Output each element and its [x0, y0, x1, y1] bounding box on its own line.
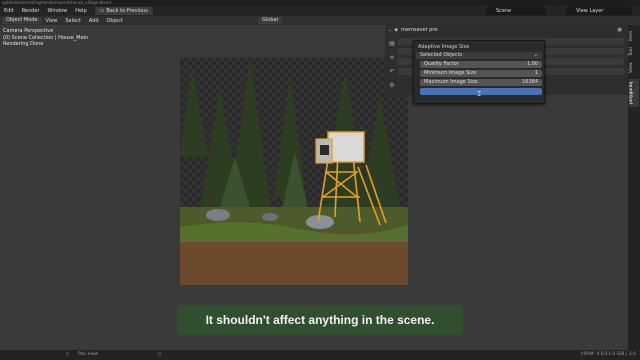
- status-bar: ▯ Pan View ▯ VRAM: 4.6/11.0 GiB | 3.6: [0, 350, 640, 360]
- maximum-image-size-field[interactable]: Maximum Image Size 16384: [420, 79, 542, 86]
- tab-tool[interactable]: Tool: [629, 45, 639, 59]
- screen-icon: ▭: [99, 8, 105, 14]
- quality-factor-field[interactable]: Quality Factor 1.00: [420, 61, 542, 68]
- status-hint: Pan View: [78, 352, 99, 357]
- panel-menu-icon[interactable]: ▣: [617, 27, 622, 33]
- vram-usage: VRAM: 4.6/11.0 GiB | 3.6: [580, 352, 636, 357]
- back-to-previous-label: Back to Previous: [106, 8, 148, 14]
- menu-help[interactable]: Help: [71, 8, 90, 14]
- menu-view[interactable]: View: [42, 18, 62, 24]
- tab-view[interactable]: View: [629, 61, 639, 75]
- settings-icon[interactable]: ⚙: [387, 82, 397, 96]
- addon-name: memsaver pro: [401, 27, 438, 33]
- undo-icon[interactable]: ↶: [387, 68, 397, 82]
- mouse-icon: ▯: [66, 352, 69, 357]
- back-to-previous-button[interactable]: ▭ Back to Previous: [94, 7, 153, 15]
- collection-icon[interactable]: ▤: [387, 40, 397, 54]
- scene-illustration: [180, 57, 408, 285]
- view-layer-selector[interactable]: View Layer: [566, 7, 632, 15]
- chevron-down-icon[interactable]: ⌄: [388, 27, 392, 33]
- video-subtitle: It shouldn't affect anything in the scen…: [177, 305, 463, 335]
- transform-orientation-dropdown[interactable]: Global: [258, 17, 282, 24]
- minimum-image-size-field[interactable]: Minimum Image Size 1: [420, 70, 542, 77]
- render-status-text: Rendering Done: [3, 41, 44, 47]
- plus-minus-icon[interactable]: ±: [387, 54, 397, 68]
- rendered-scene: [180, 57, 408, 285]
- menu-select[interactable]: Select: [61, 18, 84, 24]
- sidebar-tabs: Item Tool View polygoniq: [628, 25, 640, 350]
- minimum-image-size-label: Minimum Image Size: [424, 70, 477, 76]
- addon-header[interactable]: ⌄ ◆ memsaver pro ▣: [385, 25, 628, 35]
- menu-render[interactable]: Render: [18, 8, 44, 14]
- minimum-image-size-value: 1: [534, 70, 538, 76]
- panel-side-icons: ▤ ± ↶ ⚙: [387, 40, 397, 96]
- popup-title: Adaptive Image Size: [418, 44, 470, 50]
- scene-selector[interactable]: Scene: [486, 7, 546, 15]
- menu-edit[interactable]: Edit: [0, 8, 18, 14]
- quality-factor-value: 1.00: [526, 61, 538, 67]
- mouse-cursor-icon: ⌶: [477, 90, 482, 98]
- maximum-image-size-value: 16384: [522, 79, 538, 85]
- tab-polygoniq[interactable]: polygoniq: [629, 79, 639, 107]
- mouse-icon: ▯: [158, 352, 161, 357]
- object-mode-dropdown[interactable]: Object Mode: [2, 17, 42, 24]
- chevron-down-icon: ⌄: [533, 52, 538, 58]
- maximum-image-size-label: Maximum Image Size: [424, 79, 478, 85]
- viewport-info: Camera Perspective (0) Scene Collection …: [3, 28, 88, 48]
- quality-factor-label: Quality Factor: [424, 61, 459, 67]
- menu-object[interactable]: Object: [103, 18, 127, 24]
- objects-dropdown-label: Selected Objects: [420, 52, 463, 58]
- memsaver-logo-icon: ◆: [394, 27, 399, 33]
- menu-window[interactable]: Window: [44, 8, 72, 14]
- objects-dropdown[interactable]: Selected Objects ⌄: [416, 52, 542, 59]
- menu-add[interactable]: Add: [85, 18, 103, 24]
- tab-item[interactable]: Item: [629, 29, 639, 43]
- viewport-header: Object Mode View Select Add Object Globa…: [0, 16, 640, 25]
